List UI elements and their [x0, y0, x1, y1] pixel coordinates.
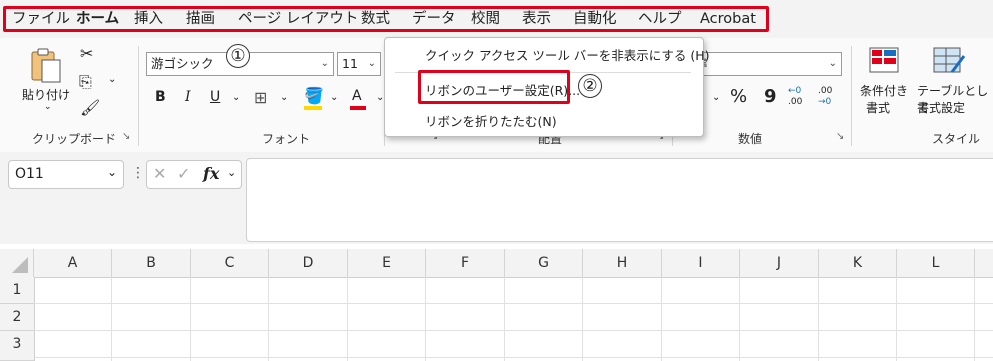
row-header-1[interactable]: 1	[0, 277, 34, 304]
formula-input[interactable]	[246, 158, 993, 242]
gridline	[111, 277, 112, 361]
currency-dropdown-icon[interactable]: ⌄	[712, 92, 720, 103]
callout-1: ①	[226, 44, 250, 68]
gridline	[190, 277, 191, 361]
group-separator	[851, 46, 852, 146]
menu-item-collapse-ribbon[interactable]: リボンを折りたたむ(N)	[425, 111, 557, 130]
column-header-c[interactable]: C	[191, 249, 269, 277]
gridline	[974, 277, 975, 361]
gridline	[425, 277, 426, 361]
number-group-label: 数値	[738, 132, 763, 146]
paste-button[interactable]: 貼り付け	[22, 86, 70, 103]
number-launcher-icon[interactable]: ↘	[836, 131, 844, 142]
format-as-table-label-2[interactable]: 書式設定	[917, 99, 965, 116]
styles-group-label: スタイル	[932, 132, 981, 146]
borders-icon[interactable]: ⊞	[254, 88, 267, 107]
bold-button[interactable]: B	[155, 89, 166, 105]
gridline	[739, 277, 740, 361]
font-group-label: フォント	[262, 132, 311, 146]
paste-icon[interactable]	[28, 46, 64, 86]
font-size-value: 11	[342, 56, 358, 71]
column-header-g[interactable]: G	[505, 249, 583, 277]
chevron-down-icon[interactable]: ⌄	[227, 166, 236, 179]
column-header-k[interactable]: K	[819, 249, 897, 277]
underline-button[interactable]: U	[210, 89, 220, 105]
formula-buttons: ✕ ✓ fx ⌄	[146, 160, 242, 189]
row-header-2[interactable]: 2	[0, 304, 34, 331]
fill-color-dropdown-icon[interactable]: ⌄	[330, 92, 338, 103]
conditional-format-icon[interactable]	[868, 46, 902, 76]
chevron-down-icon: ⌄	[320, 58, 329, 69]
borders-dropdown-icon[interactable]: ⌄	[280, 92, 288, 103]
group-separator	[138, 46, 139, 146]
increase-decimal-top: ←0	[788, 86, 802, 96]
format-painter-icon[interactable]: 🖌	[80, 98, 100, 117]
font-name-value: 游ゴシック	[151, 56, 214, 71]
number-format-combobox[interactable]: 準 ⌄	[690, 52, 842, 76]
decrease-decimal-top: .00	[818, 86, 833, 96]
copy-dropdown-icon[interactable]: ⌄	[108, 74, 116, 85]
tabs-highlight-outline	[3, 6, 769, 32]
underline-dropdown-icon[interactable]: ⌄	[232, 92, 240, 103]
clipboard-launcher-icon[interactable]: ↘	[122, 131, 130, 142]
column-header-i[interactable]: I	[662, 249, 740, 277]
gridline	[34, 330, 993, 331]
decrease-decimal-button[interactable]: .00 →0	[818, 86, 840, 110]
font-color-button[interactable]: A	[352, 88, 362, 104]
fill-color-swatch	[304, 106, 322, 110]
gridline	[582, 277, 583, 361]
fill-color-icon[interactable]: 🪣	[304, 86, 324, 105]
gridline	[268, 277, 269, 361]
font-color-swatch	[350, 106, 366, 110]
column-header-d[interactable]: D	[269, 249, 348, 277]
column-header-j[interactable]: J	[740, 249, 819, 277]
insert-function-button[interactable]: fx	[203, 164, 219, 183]
column-header-b[interactable]: B	[112, 249, 191, 277]
row-header-divider	[34, 277, 35, 361]
select-all-button[interactable]	[0, 249, 34, 277]
name-box-value: O11	[15, 166, 44, 182]
callout-2: ②	[578, 74, 602, 98]
italic-button[interactable]: I	[185, 89, 191, 105]
increase-decimal-bottom: .00	[788, 97, 803, 107]
column-header-e[interactable]: E	[348, 249, 426, 277]
font-size-combobox[interactable]: 11 ⌄	[337, 52, 381, 76]
conditional-format-label-2[interactable]: 書式	[866, 99, 890, 116]
decrease-decimal-bottom: →0	[818, 97, 832, 107]
column-header-l[interactable]: L	[897, 249, 975, 277]
gridline	[818, 277, 819, 361]
clipboard-group-label: クリップボード	[32, 132, 117, 146]
enter-icon[interactable]: ✓	[177, 164, 190, 183]
column-header-a[interactable]: A	[34, 249, 112, 277]
customize-ribbon-highlight	[418, 70, 570, 104]
gridline	[34, 303, 993, 304]
gridline	[34, 357, 993, 358]
gridline	[896, 277, 897, 361]
name-box[interactable]: O11 ⌄	[8, 160, 124, 189]
cut-icon[interactable]: ✂	[80, 44, 93, 63]
cancel-icon[interactable]: ✕	[153, 164, 166, 183]
column-header-h[interactable]: H	[583, 249, 662, 277]
conditional-format-label-1[interactable]: 条件付き	[860, 82, 908, 99]
paste-dropdown-icon[interactable]: ⌄	[44, 102, 52, 112]
copy-icon[interactable]: ⎘	[79, 72, 92, 92]
chevron-down-icon: ⌄	[367, 58, 376, 69]
gridline	[504, 277, 505, 361]
more-options-icon[interactable]: ⋮	[131, 165, 145, 181]
gridline	[661, 277, 662, 361]
menu-item-hide-quick-access[interactable]: クイック アクセス ツール バーを非表示にする (H)	[425, 45, 710, 64]
format-as-table-icon[interactable]	[932, 46, 966, 76]
chevron-down-icon: ⌄	[828, 58, 837, 69]
percent-button[interactable]: %	[730, 86, 747, 107]
gridline	[347, 277, 348, 361]
comma-style-button[interactable]: 9	[764, 86, 777, 107]
increase-decimal-button[interactable]: ←0 .00	[788, 86, 810, 110]
chevron-down-icon[interactable]: ⌄	[107, 165, 117, 179]
column-header-f[interactable]: F	[426, 249, 505, 277]
row-header-3[interactable]: 3	[0, 331, 34, 361]
